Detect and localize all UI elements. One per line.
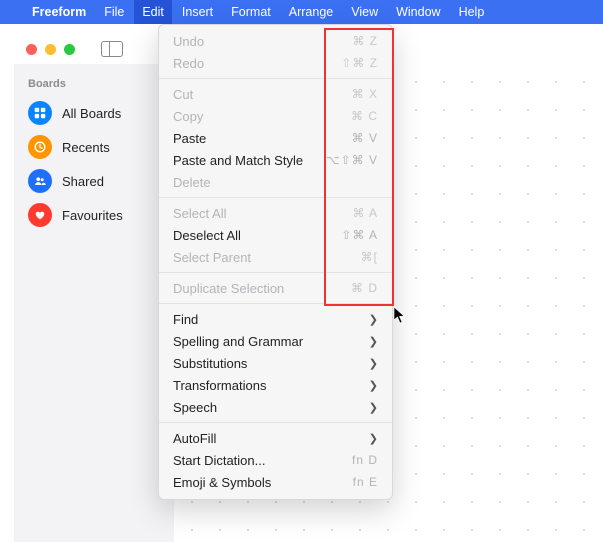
sidebar-item-recents[interactable]: Recents: [24, 130, 164, 164]
heart-icon: [28, 203, 52, 227]
chevron-right-icon: ❯: [369, 432, 378, 445]
menu-item-select-parent[interactable]: Select Parent⌘[: [159, 246, 392, 268]
menu-separator: [159, 422, 392, 423]
sidebar-item-favourites[interactable]: Favourites: [24, 198, 164, 232]
chevron-right-icon: ❯: [369, 357, 378, 370]
sidebar-item-label: All Boards: [62, 106, 121, 121]
sidebar-item-shared[interactable]: Shared: [24, 164, 164, 198]
menu-item-speech[interactable]: Speech❯: [159, 396, 392, 418]
menu-item-substitutions[interactable]: Substitutions❯: [159, 352, 392, 374]
menu-separator: [159, 303, 392, 304]
menu-separator: [159, 272, 392, 273]
mouse-cursor-icon: [393, 306, 407, 324]
menu-separator: [159, 78, 392, 79]
sidebar-toggle-icon[interactable]: [101, 41, 123, 57]
menubar-insert[interactable]: Insert: [182, 5, 213, 19]
menu-item-paste[interactable]: Paste⌘ V: [159, 127, 392, 149]
zoom-window-button[interactable]: [64, 44, 75, 55]
menubar-edit[interactable]: Edit: [134, 0, 172, 24]
grid-icon: [28, 101, 52, 125]
menu-item-autofill[interactable]: AutoFill❯: [159, 427, 392, 449]
menubar-file[interactable]: File: [104, 5, 124, 19]
chevron-right-icon: ❯: [369, 401, 378, 414]
menu-item-paste-match-style[interactable]: Paste and Match Style⌥⇧⌘ V: [159, 149, 392, 171]
menubar-app[interactable]: Freeform: [32, 5, 86, 19]
menu-item-dictation[interactable]: Start Dictation...fn D: [159, 449, 392, 471]
close-window-button[interactable]: [26, 44, 37, 55]
sidebar-item-all-boards[interactable]: All Boards: [24, 96, 164, 130]
minimize-window-button[interactable]: [45, 44, 56, 55]
menu-item-cut[interactable]: Cut⌘ X: [159, 83, 392, 105]
people-icon: [28, 169, 52, 193]
menu-item-copy[interactable]: Copy⌘ C: [159, 105, 392, 127]
sidebar-heading: Boards: [28, 78, 160, 90]
clock-icon: [28, 135, 52, 159]
menubar-arrange[interactable]: Arrange: [289, 5, 333, 19]
menubar-view[interactable]: View: [351, 5, 378, 19]
sidebar-item-label: Recents: [62, 140, 110, 155]
menu-separator: [159, 197, 392, 198]
menu-item-undo[interactable]: Undo⌘ Z: [159, 30, 392, 52]
menu-item-delete[interactable]: Delete: [159, 171, 392, 193]
chevron-right-icon: ❯: [369, 379, 378, 392]
menu-item-duplicate[interactable]: Duplicate Selection⌘ D: [159, 277, 392, 299]
sidebar-item-label: Shared: [62, 174, 104, 189]
menubar-help[interactable]: Help: [459, 5, 485, 19]
menu-item-emoji[interactable]: Emoji & Symbolsfn E: [159, 471, 392, 493]
chevron-right-icon: ❯: [369, 335, 378, 348]
menubar: Freeform File Edit Insert Format Arrange…: [0, 0, 603, 24]
menubar-format[interactable]: Format: [231, 5, 271, 19]
sidebar-item-label: Favourites: [62, 208, 123, 223]
edit-menu-dropdown: Undo⌘ Z Redo⇧⌘ Z Cut⌘ X Copy⌘ C Paste⌘ V…: [158, 24, 393, 500]
menubar-window[interactable]: Window: [396, 5, 440, 19]
menu-item-spelling[interactable]: Spelling and Grammar❯: [159, 330, 392, 352]
sidebar: Boards All Boards Recents Shared Favouri…: [14, 64, 174, 542]
menu-item-deselect-all[interactable]: Deselect All⇧⌘ A: [159, 224, 392, 246]
menu-item-find[interactable]: Find❯: [159, 308, 392, 330]
menu-item-transformations[interactable]: Transformations❯: [159, 374, 392, 396]
chevron-right-icon: ❯: [369, 313, 378, 326]
menu-item-select-all[interactable]: Select All⌘ A: [159, 202, 392, 224]
menu-item-redo[interactable]: Redo⇧⌘ Z: [159, 52, 392, 74]
